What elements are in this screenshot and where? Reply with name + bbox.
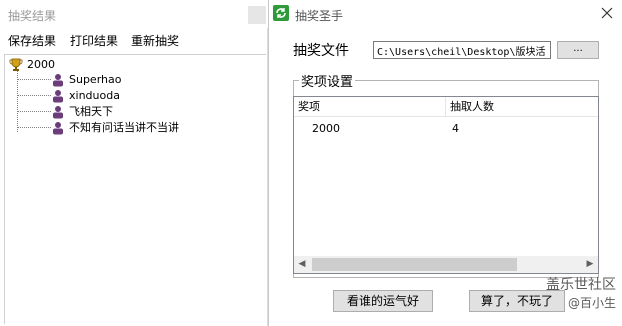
watermark: 盖乐世社区 @百小生 [506,274,616,314]
scroll-left-icon[interactable]: ◀ [297,259,307,270]
person-icon [53,74,63,87]
column-count[interactable]: 抽取人数 [446,97,598,117]
file-path-field[interactable]: C:\Users\cheil\Desktop\版块活 [373,41,551,59]
scroll-right-icon[interactable]: ▶ [585,259,595,270]
results-tree[interactable]: 2000 Superhao xinduoda 飞相天下 不知有问话当讲不当讲 [4,54,266,324]
dialog-titlebar: 抽奖圣手 [269,0,622,28]
watermark-line1: 盖乐世社区 [546,277,616,293]
horizontal-scrollbar[interactable]: ◀ ▶ [294,256,598,273]
tree-root-label: 2000 [27,58,55,71]
results-titlebar: 抽奖结果 [0,0,268,28]
watermark-line2: @百小生 [567,296,616,310]
column-prize[interactable]: 奖项 [294,97,446,117]
tree-connector [17,71,18,132]
trophy-icon [9,58,23,71]
close-icon[interactable] [599,5,615,21]
menu-redraw[interactable]: 重新抽奖 [131,32,179,49]
person-icon [53,106,63,119]
results-menubar: 保存结果 打印结果 重新抽奖 [0,30,268,50]
tree-connector [17,111,51,112]
winner-name: Superhao [69,73,122,86]
draw-button[interactable]: 看谁的运气好 [333,290,433,312]
minimize-button[interactable] [248,6,266,24]
prize-list[interactable]: 奖项 抽取人数 2000 4 ◀ ▶ [293,96,599,274]
file-label: 抽奖文件 [293,43,349,59]
table-row[interactable]: 2000 4 [294,121,598,137]
prize-settings-legend: 奖项设置 [299,71,356,90]
tree-connector [17,127,51,128]
winner-name: xinduoda [69,89,120,102]
browse-button[interactable]: ... [557,41,599,59]
prize-cell: 2000 [312,122,340,135]
prize-list-header: 奖项 抽取人数 [294,97,598,117]
menu-save-results[interactable]: 保存结果 [8,32,56,49]
person-icon [53,122,63,135]
count-cell: 4 [452,122,459,135]
person-icon [53,90,63,103]
results-window: 抽奖结果 保存结果 打印结果 重新抽奖 2000 Superhao xinduo… [0,0,268,326]
results-window-title: 抽奖结果 [8,9,57,23]
winner-name: 不知有问话当讲不当讲 [69,121,179,134]
app-icon [273,5,289,21]
menu-print-results[interactable]: 打印结果 [70,32,118,49]
tree-connector [17,95,51,96]
winner-name: 飞相天下 [69,105,113,118]
dialog-title: 抽奖圣手 [295,9,344,23]
scrollbar-thumb[interactable] [312,258,517,271]
tree-connector [17,79,51,80]
